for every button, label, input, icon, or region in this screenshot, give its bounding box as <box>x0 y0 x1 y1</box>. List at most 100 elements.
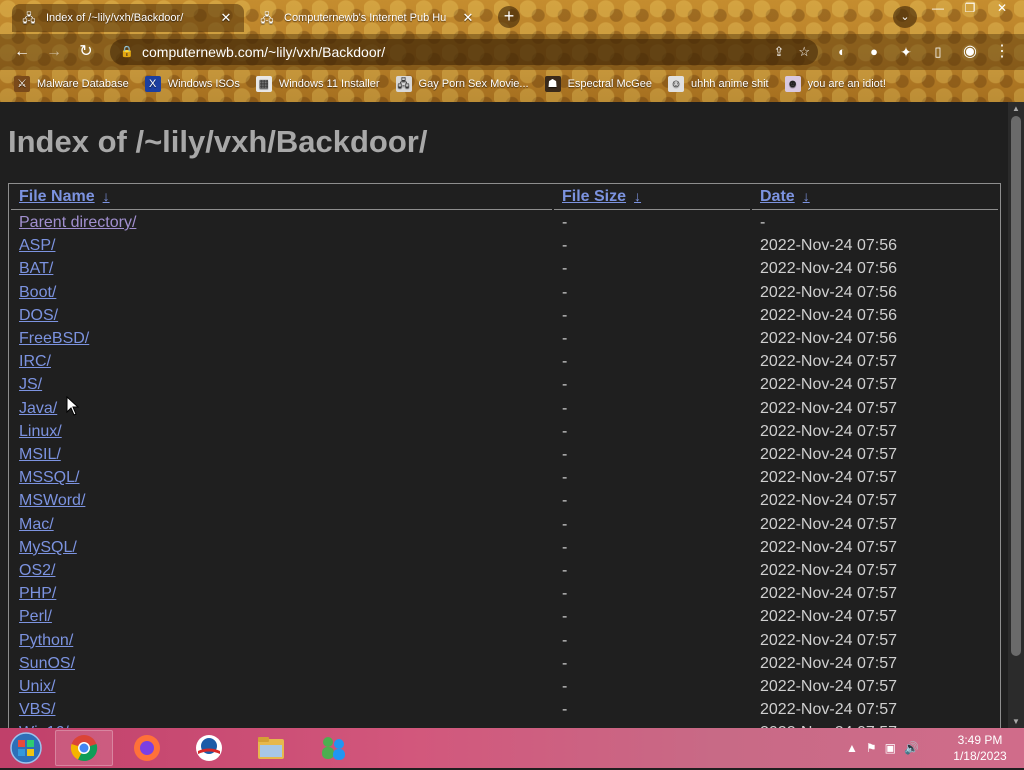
file-date: 2022-Nov-24 07:56 <box>760 260 897 278</box>
start-button[interactable] <box>8 731 44 765</box>
file-link[interactable]: FreeBSD/ <box>19 330 89 348</box>
file-link[interactable]: Perl/ <box>19 608 52 626</box>
file-link[interactable]: MSSQL/ <box>19 469 79 487</box>
bookmark-windows-isos[interactable]: X Windows ISOs <box>144 76 240 92</box>
table-row: SunOS/ - 2022-Nov-24 07:57 <box>9 652 1000 675</box>
close-window-button[interactable]: ✕ <box>986 0 1018 18</box>
bookmark-label: Gay Porn Sex Movie... <box>418 78 529 90</box>
file-link[interactable]: VBS/ <box>19 701 55 719</box>
column-header-name[interactable]: File Name ↓ <box>11 188 552 210</box>
table-row: VBS/ - 2022-Nov-24 07:57 <box>9 698 1000 721</box>
taskbar-messenger[interactable] <box>304 730 362 766</box>
file-link[interactable]: MSWord/ <box>19 492 85 510</box>
table-row: Parent directory/ - - <box>9 211 1000 234</box>
lock-icon[interactable]: 🔒 <box>120 39 134 65</box>
menu-dots-icon[interactable]: ⋮ <box>990 40 1014 64</box>
bookmark-windows-11-installer[interactable]: ▦ Windows 11 Installer <box>255 76 380 92</box>
messenger-icon <box>322 737 345 760</box>
file-link[interactable]: SunOS/ <box>19 655 75 673</box>
sword-icon: ⚔ <box>14 76 30 92</box>
column-header-date[interactable]: Date ↓ <box>752 188 998 210</box>
table-row: Java/ - 2022-Nov-24 07:57 <box>9 397 1000 420</box>
puzzle-icon[interactable]: ✦ <box>894 40 918 64</box>
scrollbar-thumb[interactable] <box>1011 116 1021 656</box>
taskbar-clock[interactable]: 3:49 PM 1/18/2023 <box>940 732 1020 764</box>
smiley-icon: ☻ <box>784 76 801 92</box>
bookmark-anime[interactable]: ☺ uhhh anime shit <box>667 76 769 92</box>
windows-start-orb-icon <box>10 732 42 764</box>
file-link[interactable]: JS/ <box>19 376 42 394</box>
file-size: - <box>562 446 568 463</box>
table-row: OS2/ - 2022-Nov-24 07:57 <box>9 559 1000 582</box>
reload-icon[interactable]: ↻ <box>74 40 98 64</box>
close-icon[interactable]: ✕ <box>218 10 234 26</box>
file-link[interactable]: Linux/ <box>19 423 62 441</box>
minimize-button[interactable]: — <box>922 0 954 18</box>
tab-index-backdoor[interactable]: 🖧 Index of /~lily/vxh/Backdoor/ ✕ <box>12 4 244 32</box>
system-tray: ▲ ⚑ ▣ 🔊 <box>846 728 919 768</box>
file-link[interactable]: OS2/ <box>19 562 55 580</box>
table-row: IRC/ - 2022-Nov-24 07:57 <box>9 350 1000 373</box>
file-link[interactable]: Boot/ <box>19 284 56 302</box>
vertical-scrollbar[interactable]: ▲ ▼ <box>1008 102 1024 728</box>
table-row: Win16/-2022-Nov-24 07:57 <box>9 721 1000 728</box>
new-tab-button[interactable]: + <box>498 6 520 28</box>
file-size: - <box>562 422 568 440</box>
network-icon[interactable]: ▣ <box>885 741 896 755</box>
file-link[interactable]: PHP/ <box>19 585 56 603</box>
flag-icon[interactable]: ⚑ <box>866 741 877 755</box>
taskbar-obama-logo[interactable] <box>180 730 238 766</box>
column-header-size[interactable]: File Size ↓ <box>554 188 750 210</box>
bookmark-you-are-an-idiot[interactable]: ☻ you are an idiot! <box>784 76 886 92</box>
column-header-label: File Name <box>19 188 95 205</box>
file-link[interactable]: ASP/ <box>19 237 55 255</box>
restore-button[interactable]: ❐ <box>954 0 986 18</box>
forward-arrow-icon[interactable]: → <box>42 40 66 64</box>
profile-icon[interactable]: ◉ <box>958 40 982 64</box>
file-link[interactable]: IRC/ <box>19 353 51 371</box>
taskbar-chrome[interactable] <box>55 730 113 766</box>
share-icon[interactable]: ⇪ <box>773 39 784 65</box>
volume-icon[interactable]: 🔊 <box>904 741 919 755</box>
face-icon: ☺ <box>667 76 684 92</box>
file-size: - <box>562 678 568 695</box>
address-bar[interactable]: 🔒 computernewb.com/~lily/vxh/Backdoor/ ⇪… <box>110 39 818 65</box>
file-date: 2022-Nov-24 07:57 <box>760 608 897 626</box>
show-hidden-icons-icon[interactable]: ▲ <box>846 741 858 755</box>
file-link[interactable]: Mac/ <box>19 516 54 534</box>
back-arrow-icon[interactable]: ← <box>10 40 34 64</box>
taskbar-file-explorer[interactable] <box>242 730 300 766</box>
taskbar-firefox[interactable] <box>118 730 176 766</box>
file-link[interactable]: Parent directory/ <box>19 214 136 232</box>
browser-frame: 🖧 Index of /~lily/vxh/Backdoor/ ✕ 🖧 Comp… <box>0 0 1024 102</box>
file-link[interactable]: MSIL/ <box>19 446 61 464</box>
file-link[interactable]: MySQL/ <box>19 539 77 557</box>
star-icon[interactable]: ☆ <box>798 39 810 65</box>
scroll-up-icon[interactable]: ▲ <box>1008 104 1024 113</box>
scroll-down-icon[interactable]: ▼ <box>1008 717 1024 726</box>
clock-date: 1/18/2023 <box>953 749 1007 763</box>
close-icon[interactable]: ✕ <box>460 10 476 26</box>
tab-search-button[interactable]: ⌄ <box>893 6 917 28</box>
tab-title: Index of /~lily/vxh/Backdoor/ <box>46 12 184 24</box>
sort-arrow-icon: ↓ <box>102 188 110 204</box>
bookmark-gay-porn-sex-movie[interactable]: 🖧 Gay Porn Sex Movie... <box>395 76 529 92</box>
file-size: - <box>562 399 568 417</box>
extension-globe-icon[interactable]: ◐ <box>830 40 854 64</box>
file-date: 2022-Nov-24 07:57 <box>760 376 897 394</box>
file-link[interactable]: Java/ <box>19 400 57 418</box>
file-link[interactable]: DOS/ <box>19 307 58 325</box>
bookmark-malware-database[interactable]: ⚔ Malware Database <box>14 76 129 92</box>
bookmark-espectral-mcgee[interactable]: ☗ Espectral McGee <box>544 76 652 92</box>
tab-computernewb-pub[interactable]: 🖧 Computernewb's Internet Pub Hu ✕ <box>250 4 486 32</box>
extension-avatar-icon[interactable]: ● <box>862 40 886 64</box>
file-size: - <box>562 353 568 371</box>
table-row: PHP/ - 2022-Nov-24 07:57 <box>9 582 1000 605</box>
table-row: MySQL/ - 2022-Nov-24 07:57 <box>9 536 1000 559</box>
file-link[interactable]: Unix/ <box>19 678 55 696</box>
table-row: MSSQL/ - 2022-Nov-24 07:57 <box>9 466 1000 489</box>
url-text: computernewb.com/~lily/vxh/Backdoor/ <box>142 44 386 60</box>
side-panel-icon[interactable]: ▯ <box>926 40 950 64</box>
file-link[interactable]: Python/ <box>19 632 73 650</box>
file-link[interactable]: BAT/ <box>19 260 53 278</box>
